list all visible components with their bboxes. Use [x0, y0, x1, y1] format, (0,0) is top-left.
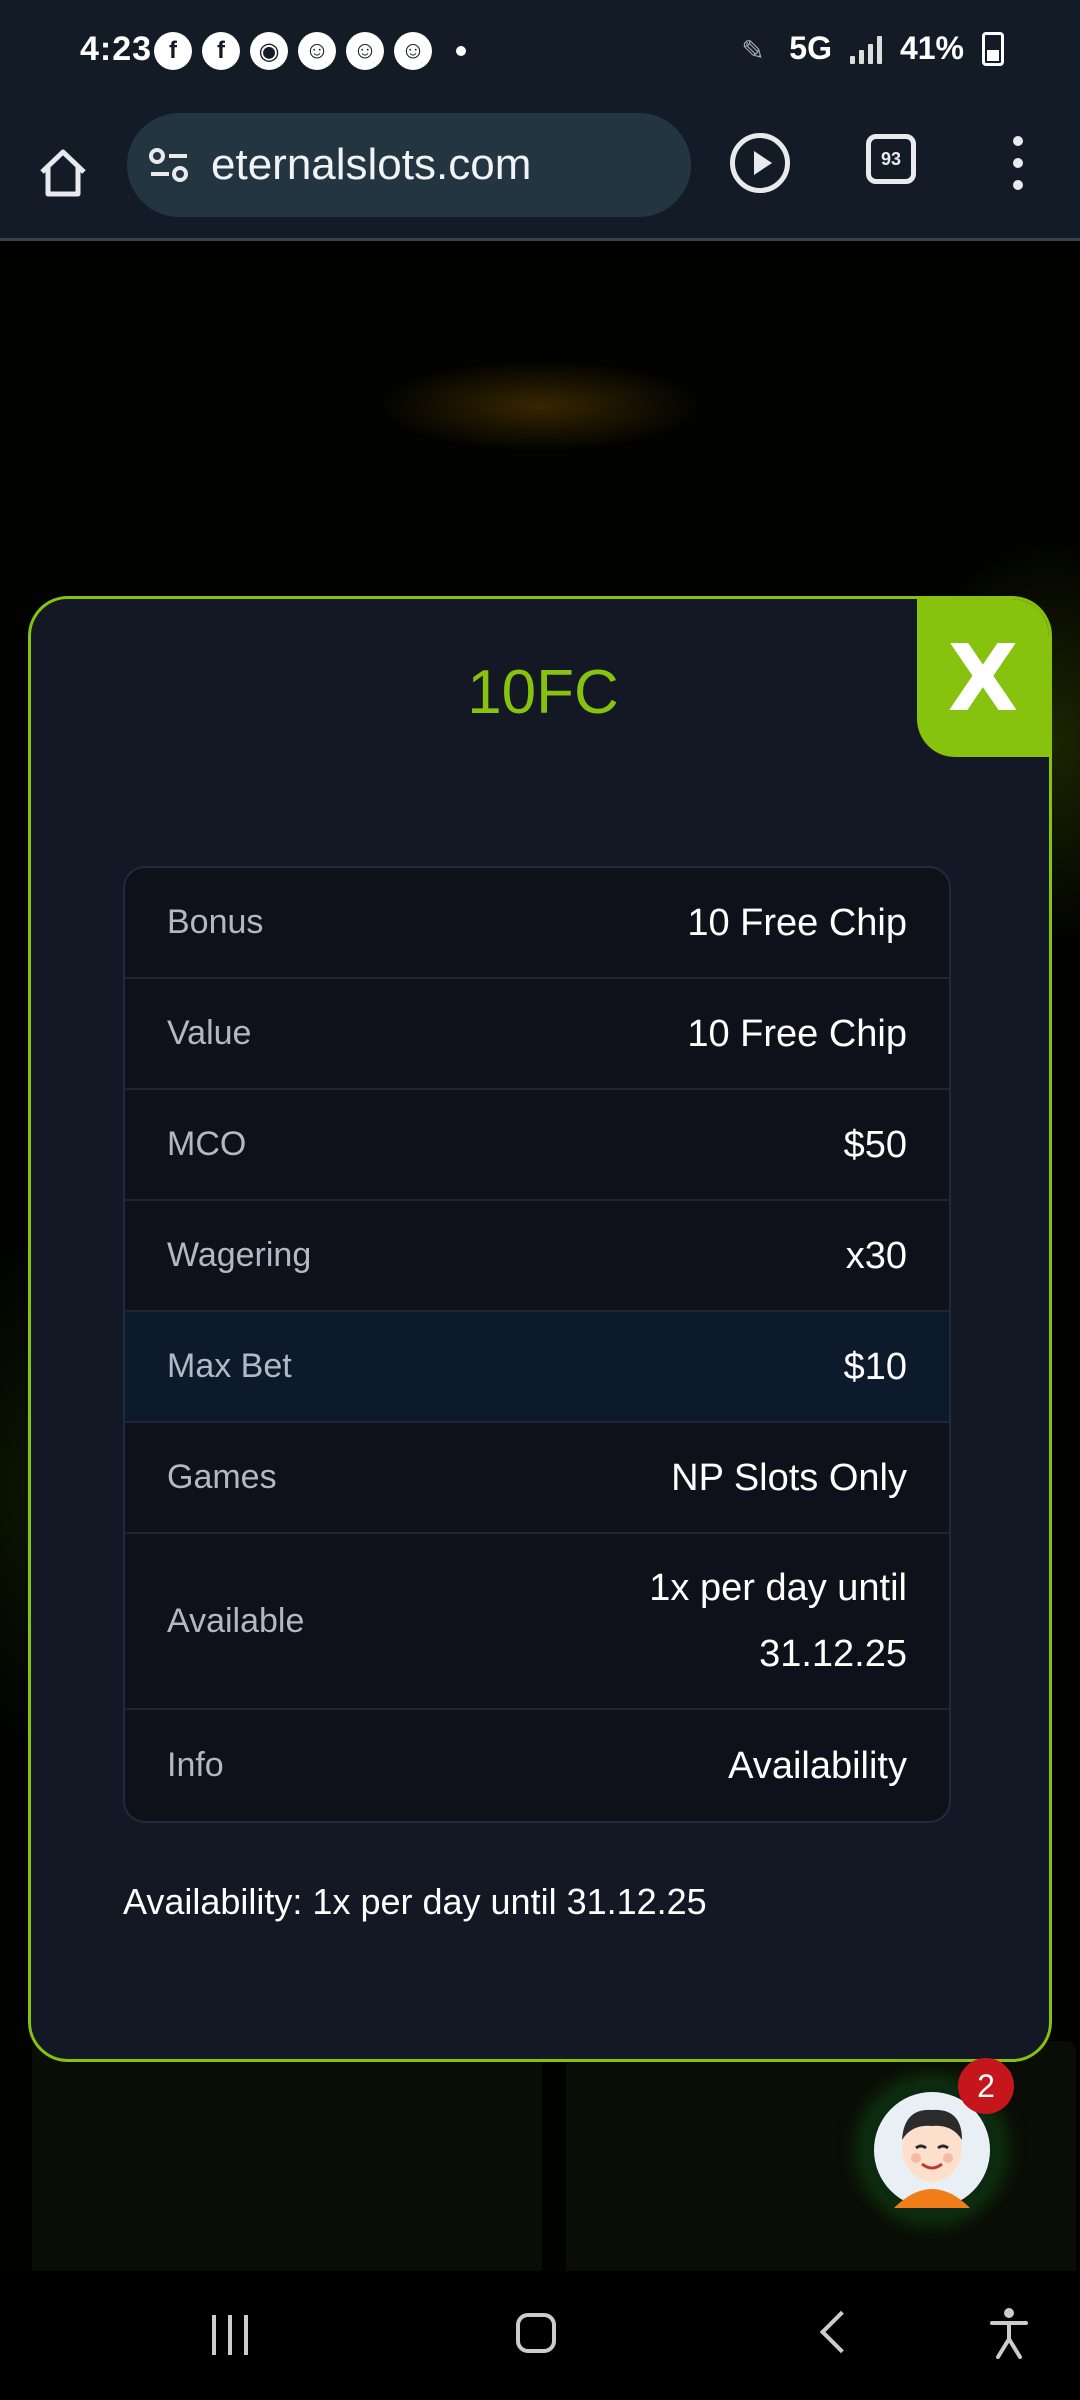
more-notifications-dot — [456, 46, 466, 56]
close-button[interactable]: X — [917, 599, 1049, 757]
table-row: Value 10 Free Chip — [125, 979, 949, 1090]
snapchat-icon: ☺ — [298, 32, 336, 70]
row-value: NP Slots Only — [671, 1456, 907, 1499]
status-time: 4:23 — [80, 30, 153, 68]
system-nav-bar — [0, 2271, 1080, 2400]
url-text[interactable]: eternalslots.com — [211, 140, 531, 190]
row-label: Available — [167, 1601, 305, 1640]
play-icon[interactable] — [730, 133, 790, 193]
bonus-details-table: Bonus 10 Free Chip Value 10 Free Chip MC… — [123, 866, 951, 1823]
row-label: MCO — [167, 1125, 247, 1163]
row-value: 10 Free Chip — [687, 901, 907, 944]
row-value: 1x per day until 31.12.25 — [649, 1567, 907, 1675]
network-type: 5G — [789, 30, 832, 66]
row-label: Games — [167, 1458, 277, 1496]
status-right: ✎ 5G 41% — [741, 30, 1004, 67]
game-card — [32, 2041, 542, 2271]
table-row: MCO $50 — [125, 1090, 949, 1201]
snapchat-icon: ☺ — [394, 32, 432, 70]
row-label: Max Bet — [167, 1347, 292, 1385]
tab-switcher-button[interactable]: 93 — [866, 134, 916, 184]
notification-icons: f f ◉ ☺ ☺ ☺ — [154, 32, 466, 70]
site-settings-icon[interactable] — [147, 143, 191, 187]
modal-title: 10FC — [467, 658, 619, 727]
address-bar[interactable]: eternalslots.com — [127, 113, 691, 217]
bonus-details-modal: 10FC X Bonus 10 Free Chip Value 10 Free … — [28, 596, 1052, 2062]
home-icon[interactable] — [30, 140, 96, 206]
row-value: 10 Free Chip — [687, 1012, 907, 1055]
row-value: $50 — [843, 1123, 907, 1166]
battery-percent: 41% — [899, 30, 964, 66]
home-button[interactable] — [516, 2313, 556, 2353]
pen-icon: ✎ — [741, 34, 765, 66]
back-button[interactable] — [819, 2310, 863, 2354]
accessibility-icon[interactable] — [988, 2307, 1030, 2359]
row-label: Wagering — [167, 1236, 312, 1274]
row-value: Availability — [728, 1744, 907, 1787]
row-value: $10 — [843, 1345, 907, 1388]
table-row: Available 1x per day until 31.12.25 — [125, 1534, 949, 1710]
table-row: Bonus 10 Free Chip — [125, 868, 949, 979]
table-row: Info Availability — [125, 1710, 949, 1821]
discord-icon: ◉ — [250, 32, 288, 70]
row-value: x30 — [845, 1234, 907, 1277]
facebook-icon: f — [154, 32, 192, 70]
unread-count-badge: 2 — [958, 2058, 1014, 2114]
facebook-icon: f — [202, 32, 240, 70]
table-row: Games NP Slots Only — [125, 1423, 949, 1534]
row-label: Bonus — [167, 903, 264, 941]
row-label: Value — [167, 1014, 252, 1052]
table-row-highlighted: Max Bet $10 — [125, 1312, 949, 1423]
browser-toolbar: eternalslots.com 93 — [0, 108, 1080, 241]
signal-icon — [849, 34, 882, 64]
battery-icon — [982, 31, 1004, 66]
status-bar: 4:23 f f ◉ ☺ ☺ ☺ ✎ 5G 41% — [0, 0, 1080, 108]
snapchat-icon: ☺ — [346, 32, 384, 70]
availability-note: Availability: 1x per day until 31.12.25 — [123, 1881, 707, 1922]
table-row: Wagering x30 — [125, 1201, 949, 1312]
row-label: Info — [167, 1746, 224, 1784]
overflow-menu-icon[interactable] — [1008, 130, 1028, 196]
recent-apps-button[interactable] — [212, 2315, 248, 2355]
